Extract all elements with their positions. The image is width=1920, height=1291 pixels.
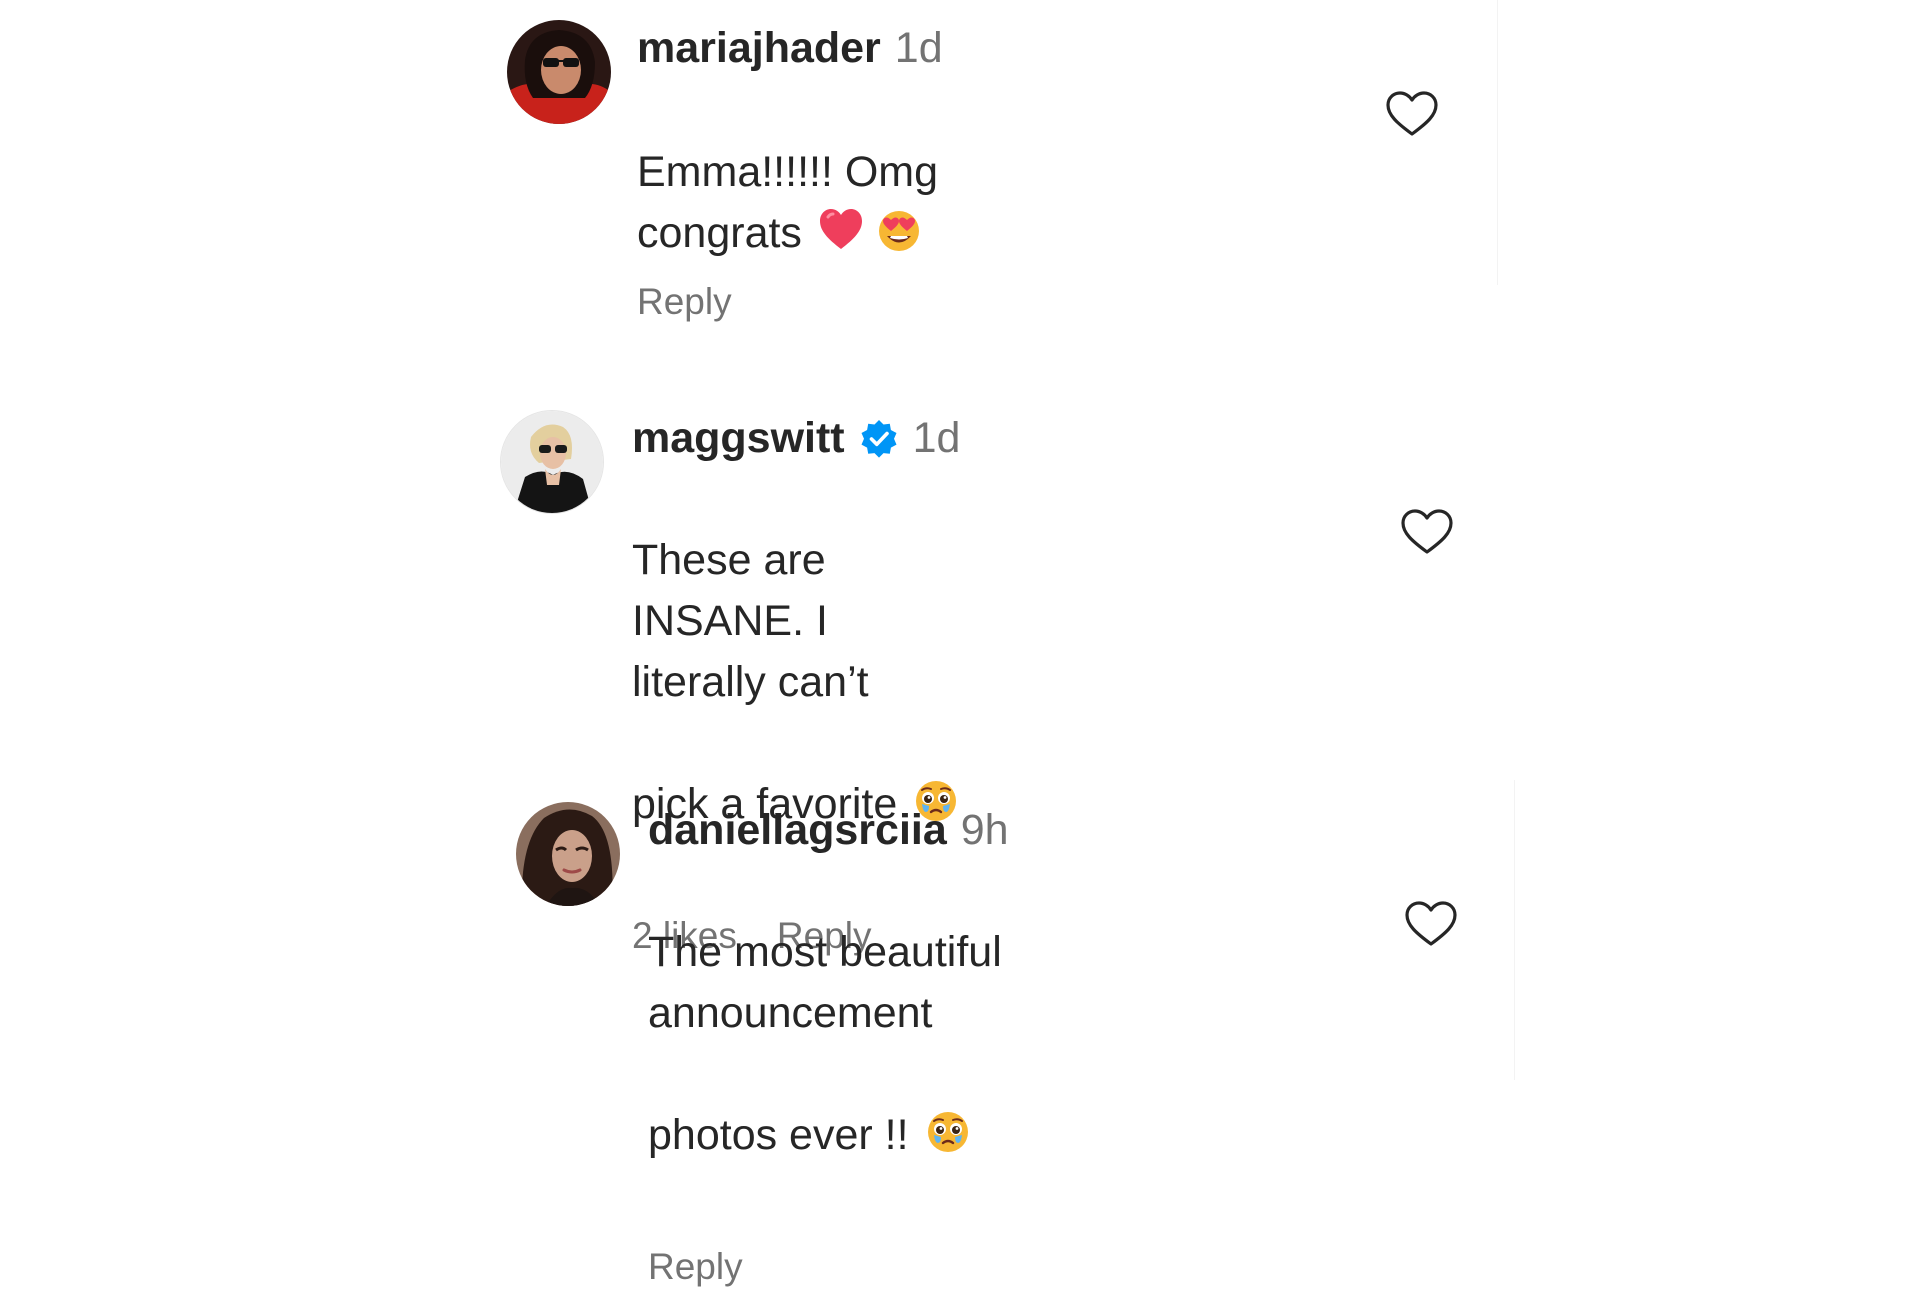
reply-button[interactable]: Reply bbox=[637, 278, 732, 326]
heart-outline-icon[interactable] bbox=[1404, 900, 1458, 948]
timestamp: 1d bbox=[894, 24, 943, 72]
reply-button[interactable]: Reply bbox=[648, 1243, 743, 1291]
panel-divider bbox=[1514, 780, 1515, 1080]
red-heart-emoji bbox=[818, 207, 864, 253]
heart-eyes-emoji bbox=[876, 207, 922, 253]
pleading-teary-face-emoji bbox=[925, 1109, 971, 1155]
comment-line: These are INSANE. I literally can’t bbox=[632, 536, 869, 706]
comment-line: photos ever !! bbox=[648, 1111, 909, 1159]
panel-divider bbox=[1497, 0, 1498, 285]
comment-text: The most beautiful announcement photos e… bbox=[648, 861, 1009, 1227]
username[interactable]: mariajhader bbox=[637, 20, 881, 76]
comment-text: Emma!!!!!! Omg congrats bbox=[637, 81, 943, 264]
comment-line: The most beautiful announcement bbox=[648, 928, 1002, 1037]
username[interactable]: daniellagsrciia bbox=[648, 802, 947, 858]
heart-outline-icon[interactable] bbox=[1385, 90, 1439, 138]
avatar[interactable] bbox=[500, 410, 604, 514]
verified-badge-icon bbox=[859, 418, 899, 458]
timestamp: 9h bbox=[960, 806, 1009, 854]
heart-outline-icon[interactable] bbox=[1400, 508, 1454, 556]
avatar[interactable] bbox=[516, 802, 620, 906]
username[interactable]: maggswitt bbox=[632, 410, 845, 466]
timestamp: 1d bbox=[912, 414, 961, 462]
avatar[interactable] bbox=[507, 20, 611, 124]
